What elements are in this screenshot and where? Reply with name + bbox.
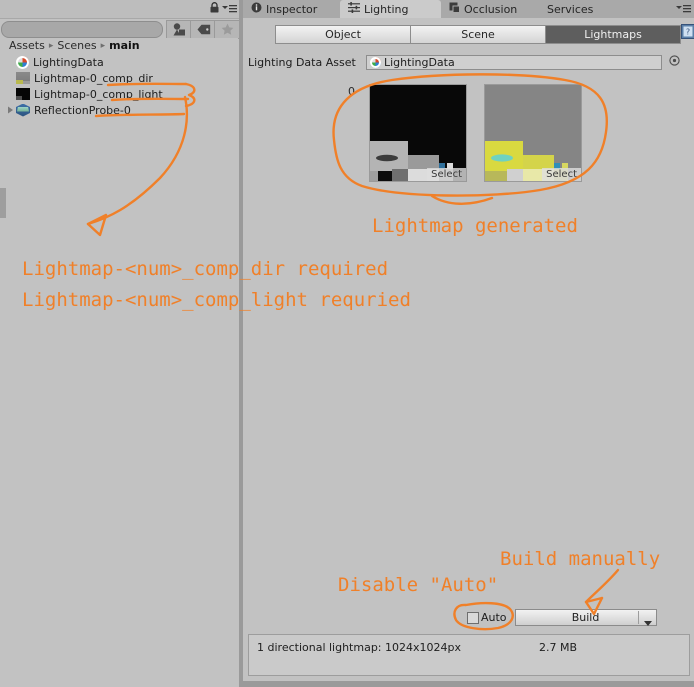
tab-label: Lighting — [364, 2, 409, 16]
filter-by-type-icon[interactable] — [166, 20, 193, 39]
breadcrumb-item-assets[interactable]: Assets — [9, 39, 45, 52]
lock-icon[interactable] — [210, 2, 219, 16]
svg-text:?: ? — [686, 28, 690, 37]
lightmap-stats-box: 1 directional lightmap: 1024x1024px 2.7 … — [248, 634, 690, 676]
build-button[interactable]: Build — [514, 609, 657, 629]
lighting-data-asset-row: Lighting Data Asset LightingData — [243, 52, 694, 72]
auto-label: Auto — [481, 611, 507, 624]
help-book-icon[interactable]: ? — [681, 24, 694, 39]
asset-label: ReflectionProbe-0 — [34, 103, 131, 117]
texture-asset-icon — [16, 88, 30, 100]
build-controls-row: Auto Build — [467, 608, 694, 627]
tab-scene[interactable]: Scene — [411, 26, 546, 43]
lightmap-index-label: 0 — [348, 85, 355, 98]
asset-label: LightingData — [33, 55, 104, 69]
lighting-icon — [348, 2, 360, 16]
list-item[interactable]: ReflectionProbe-0 — [1, 102, 238, 118]
build-button-label: Build — [571, 611, 600, 624]
breadcrumb-item-scenes[interactable]: Scenes — [57, 39, 96, 52]
tab-label: Services — [547, 2, 594, 16]
lighting-data-asset-value: LightingData — [384, 55, 455, 69]
reflection-probe-asset-icon — [16, 103, 30, 117]
tab-lightmaps[interactable]: Lightmaps — [546, 26, 680, 43]
occlusion-icon — [449, 2, 460, 16]
favorites-star-icon[interactable] — [214, 20, 241, 39]
info-icon — [251, 2, 262, 16]
list-item[interactable]: Lightmap-0_comp_light — [1, 86, 238, 102]
window-tab-bar: Inspector Lighting Occlusion Services — [243, 0, 694, 18]
lightmap-stats-text: 1 directional lightmap: 1024x1024px — [257, 641, 462, 654]
lighting-data-asset-icon — [370, 56, 381, 68]
lightmap-light-preview[interactable]: Select — [484, 84, 582, 182]
lightmap-stats-size: 2.7 MB — [539, 641, 578, 654]
breadcrumb-separator-icon: ▸ — [100, 40, 106, 51]
window-bottom-edge — [243, 681, 694, 687]
project-panel-scrollbar[interactable] — [0, 188, 6, 218]
select-lightmap-light-button[interactable]: Select — [542, 168, 581, 181]
select-lightmap-directional-button[interactable]: Select — [427, 168, 466, 181]
chevron-down-icon[interactable] — [643, 616, 652, 629]
tab-lighting[interactable]: Lighting — [340, 0, 441, 18]
lighting-data-asset-label: Lighting Data Asset — [248, 55, 356, 69]
tab-services[interactable]: Services — [539, 0, 619, 18]
asset-list: LightingData Lightmap-0_comp_dir Lightma… — [1, 54, 238, 118]
breadcrumb-separator-icon: ▸ — [48, 40, 54, 51]
tab-occlusion[interactable]: Occlusion — [441, 0, 539, 18]
lighting-mode-segmented-control: Object Scene Lightmaps — [275, 25, 681, 44]
asset-label: Lightmap-0_comp_dir — [34, 71, 153, 85]
lighting-data-asset-field[interactable]: LightingData — [366, 54, 662, 70]
build-button-divider — [637, 611, 639, 624]
asset-label: Lightmap-0_comp_light — [34, 87, 163, 101]
chevron-right-icon[interactable] — [5, 102, 16, 118]
object-picker-target-icon[interactable] — [669, 55, 680, 69]
search-input[interactable] — [1, 21, 163, 38]
panel-menu-icon[interactable] — [222, 3, 237, 16]
breadcrumb: Assets ▸ Scenes ▸ main — [1, 38, 238, 53]
tab-object[interactable]: Object — [276, 26, 411, 43]
lightmap-directional-preview[interactable]: Select — [369, 84, 467, 182]
tab-label: Occlusion — [464, 2, 518, 16]
lighting-window: Inspector Lighting Occlusion Services Ob… — [243, 0, 694, 687]
breadcrumb-item-main[interactable]: main — [109, 39, 140, 52]
auto-checkbox[interactable] — [467, 611, 479, 624]
list-item[interactable]: LightingData — [1, 54, 238, 70]
panel-menu-icon[interactable] — [676, 4, 691, 13]
tab-label: Inspector — [266, 2, 318, 16]
texture-asset-icon — [16, 72, 30, 84]
filter-by-label-icon[interactable] — [190, 20, 217, 39]
lighting-data-asset-icon — [16, 55, 29, 69]
project-panel: Assets ▸ Scenes ▸ main LightingData Ligh… — [0, 0, 241, 687]
tab-inspector[interactable]: Inspector — [243, 0, 340, 18]
project-panel-header-controls — [210, 2, 237, 16]
project-panel-titlebar — [0, 0, 239, 19]
list-item[interactable]: Lightmap-0_comp_dir — [1, 70, 238, 86]
